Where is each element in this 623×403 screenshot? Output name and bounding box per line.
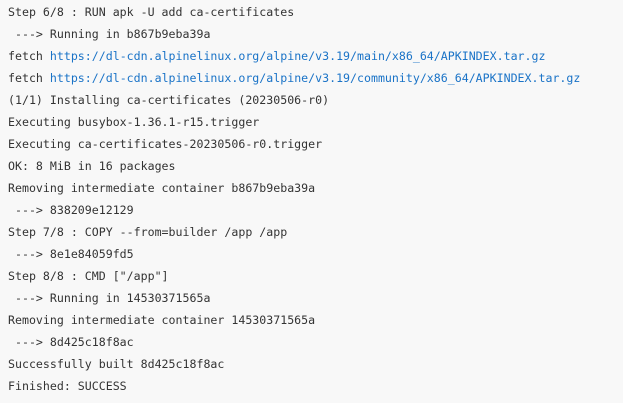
console-line: fetch https://dl-cdn.alpinelinux.org/alp…	[8, 67, 623, 89]
console-line: ---> 8d425c18f8ac	[8, 335, 134, 349]
console-line: ---> Running in b867b9eba39a	[8, 27, 211, 41]
console-line: Finished: SUCCESS	[8, 379, 127, 393]
console-line: ---> Running in 14530371565a	[8, 291, 211, 305]
console-line: Successfully built 8d425c18f8ac	[8, 357, 225, 371]
fetch-label: fetch	[8, 71, 50, 85]
console-line: Removing intermediate container b867b9eb…	[8, 181, 316, 195]
console-line: ---> 838209e12129	[8, 203, 134, 217]
console-line: Step 7/8 : COPY --from=builder /app /app	[8, 225, 288, 239]
console-line: OK: 8 MiB in 16 packages	[8, 159, 176, 173]
console-output: Step 6/8 : RUN apk -U add ca-certificate…	[0, 0, 623, 403]
console-line: (1/1) Installing ca-certificates (202305…	[8, 93, 330, 107]
console-line: ---> 8e1e84059fd5	[8, 247, 134, 261]
console-line: Removing intermediate container 14530371…	[8, 313, 316, 327]
console-line: fetch https://dl-cdn.alpinelinux.org/alp…	[8, 45, 623, 67]
fetch-label: fetch	[8, 49, 50, 63]
apkindex-main-link[interactable]: https://dl-cdn.alpinelinux.org/alpine/v3…	[50, 49, 546, 63]
console-line: Executing busybox-1.36.1-r15.trigger	[8, 115, 260, 129]
apkindex-community-link[interactable]: https://dl-cdn.alpinelinux.org/alpine/v3…	[50, 71, 580, 85]
console-line: Step 6/8 : RUN apk -U add ca-certificate…	[8, 5, 295, 19]
console-line: Executing ca-certificates-20230506-r0.tr…	[8, 137, 323, 151]
console-line: Step 8/8 : CMD ["/app"]	[8, 269, 169, 283]
